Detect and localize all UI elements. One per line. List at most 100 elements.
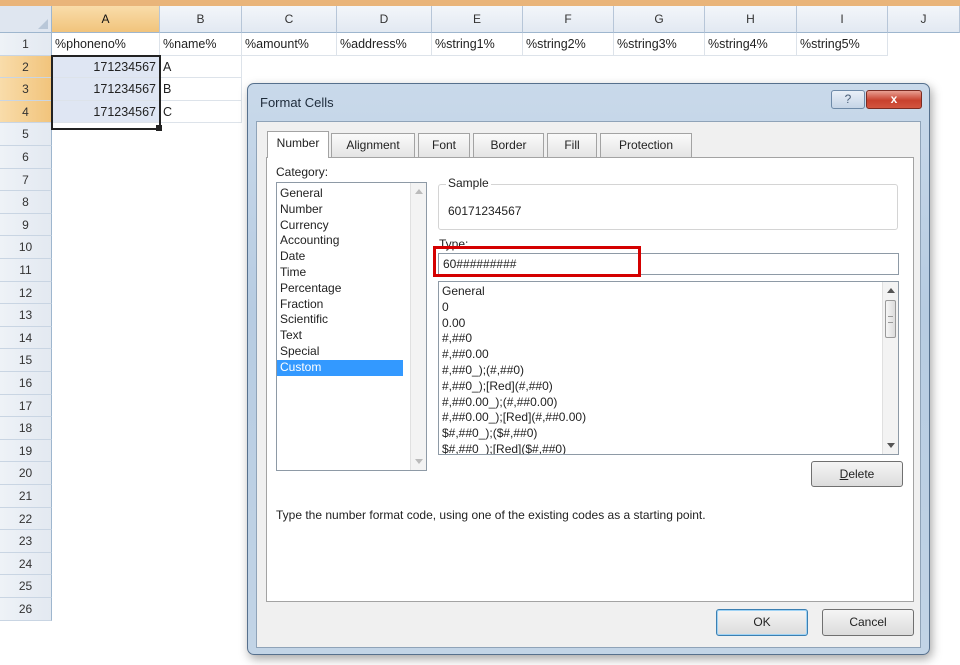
row-header-1[interactable]: 1	[0, 33, 52, 56]
row-header-9[interactable]: 9	[0, 213, 52, 237]
type-item[interactable]: $#,##0_);($#,##0)	[439, 426, 898, 442]
close-button[interactable]: x	[866, 90, 922, 109]
cell-a3[interactable]: 171234567	[52, 78, 160, 101]
help-button[interactable]: ?	[831, 90, 865, 109]
type-item[interactable]: $#,##0_);[Red]($#,##0)	[439, 442, 898, 454]
row-header-20[interactable]: 20	[0, 462, 52, 485]
column-header-j[interactable]: J	[888, 6, 960, 33]
ok-button[interactable]: OK	[716, 609, 808, 636]
cell-f1[interactable]: %string2%	[523, 33, 614, 56]
column-header-a[interactable]: A	[52, 6, 160, 33]
column-header-g[interactable]: G	[614, 6, 705, 33]
type-list[interactable]: General 0 0.00 #,##0 #,##0.00 #,##0_);(#…	[438, 281, 899, 455]
type-item[interactable]: 0	[439, 300, 898, 316]
column-header-c[interactable]: C	[242, 6, 337, 33]
category-item-number[interactable]: Number	[277, 202, 426, 218]
cell-c1[interactable]: %amount%	[242, 33, 337, 56]
select-all-corner[interactable]	[0, 6, 52, 33]
column-header-h[interactable]: H	[705, 6, 797, 33]
type-list-scrollbar[interactable]	[882, 282, 898, 454]
row-header-14[interactable]: 14	[0, 326, 52, 350]
category-item-currency[interactable]: Currency	[277, 218, 426, 234]
tab-protection[interactable]: Protection	[600, 133, 692, 157]
row-header-17[interactable]: 17	[0, 394, 52, 418]
row-header-2[interactable]: 2	[0, 55, 52, 79]
fill-handle[interactable]	[156, 125, 162, 131]
type-item[interactable]: 0.00	[439, 316, 898, 332]
type-item[interactable]: #,##0	[439, 331, 898, 347]
category-item-percentage[interactable]: Percentage	[277, 281, 426, 297]
cell-b2[interactable]: A	[160, 55, 242, 79]
dialog-title: Format Cells	[260, 95, 334, 110]
scroll-up-icon[interactable]	[887, 288, 895, 293]
type-item[interactable]: #,##0_);[Red](#,##0)	[439, 379, 898, 395]
cell-i1[interactable]: %string5%	[797, 33, 888, 56]
category-list[interactable]: General Number Currency Accounting Date …	[276, 182, 427, 471]
scroll-thumb[interactable]	[885, 300, 896, 338]
category-item-scientific[interactable]: Scientific	[277, 312, 426, 328]
tab-number[interactable]: Number	[267, 131, 329, 158]
row-header-16[interactable]: 16	[0, 372, 52, 395]
category-item-text[interactable]: Text	[277, 328, 426, 344]
tab-font[interactable]: Font	[418, 133, 470, 157]
category-item-general[interactable]: General	[277, 186, 426, 202]
row-header-4[interactable]: 4	[0, 100, 52, 124]
delete-button[interactable]: Delete	[811, 461, 903, 487]
row-header-8[interactable]: 8	[0, 191, 52, 214]
row-header-3[interactable]: 3	[0, 78, 52, 101]
cell-a4[interactable]: 171234567	[52, 100, 160, 124]
row-header-25[interactable]: 25	[0, 575, 52, 598]
row-header-22[interactable]: 22	[0, 507, 52, 531]
category-item-date[interactable]: Date	[277, 249, 426, 265]
cell-b3[interactable]: B	[160, 78, 242, 101]
tab-fill[interactable]: Fill	[547, 133, 597, 157]
category-list-scrollbar[interactable]	[410, 183, 426, 470]
column-header-i[interactable]: I	[797, 6, 888, 33]
category-item-fraction[interactable]: Fraction	[277, 297, 426, 313]
tab-alignment[interactable]: Alignment	[331, 133, 415, 157]
row-header-11[interactable]: 11	[0, 259, 52, 282]
cell-d1[interactable]: %address%	[337, 33, 432, 56]
row-header-21[interactable]: 21	[0, 485, 52, 508]
category-item-accounting[interactable]: Accounting	[277, 233, 426, 249]
row-header-13[interactable]: 13	[0, 304, 52, 327]
type-item[interactable]: #,##0_);(#,##0)	[439, 363, 898, 379]
cell-g1[interactable]: %string3%	[614, 33, 705, 56]
cell-b1[interactable]: %name%	[160, 33, 242, 56]
category-item-time[interactable]: Time	[277, 265, 426, 281]
column-header-d[interactable]: D	[337, 6, 432, 33]
cell-a2[interactable]: 171234567	[52, 55, 160, 79]
scroll-down-icon[interactable]	[415, 459, 423, 464]
row-header-23[interactable]: 23	[0, 530, 52, 553]
type-item[interactable]: #,##0.00	[439, 347, 898, 363]
cell-h1[interactable]: %string4%	[705, 33, 797, 56]
category-item-custom[interactable]: Custom	[277, 359, 403, 376]
category-item-special[interactable]: Special	[277, 344, 426, 360]
type-item[interactable]: General	[439, 284, 898, 300]
column-header-e[interactable]: E	[432, 6, 523, 33]
type-input[interactable]: 60#########	[438, 253, 899, 275]
type-item[interactable]: #,##0.00_);[Red](#,##0.00)	[439, 410, 898, 426]
row-header-15[interactable]: 15	[0, 349, 52, 372]
cell-e1[interactable]: %string1%	[432, 33, 523, 56]
tab-border[interactable]: Border	[473, 133, 544, 157]
cell-b4[interactable]: C	[160, 100, 242, 124]
row-header-12[interactable]: 12	[0, 281, 52, 305]
row-header-24[interactable]: 24	[0, 552, 52, 576]
row-header-5[interactable]: 5	[0, 123, 52, 146]
type-label: Type:	[439, 237, 469, 251]
row-header-19[interactable]: 19	[0, 439, 52, 463]
column-header-f[interactable]: F	[523, 6, 614, 33]
row-header-10[interactable]: 10	[0, 236, 52, 259]
column-header-b[interactable]: B	[160, 6, 242, 33]
cancel-button[interactable]: Cancel	[822, 609, 914, 636]
sample-label: Sample	[446, 176, 491, 190]
type-item[interactable]: #,##0.00_);(#,##0.00)	[439, 395, 898, 411]
scroll-up-icon[interactable]	[415, 189, 423, 194]
scroll-down-icon[interactable]	[887, 443, 895, 448]
row-header-18[interactable]: 18	[0, 417, 52, 440]
cell-a1[interactable]: %phoneno%	[52, 33, 160, 56]
row-header-7[interactable]: 7	[0, 168, 52, 192]
row-header-6[interactable]: 6	[0, 146, 52, 169]
row-header-26[interactable]: 26	[0, 598, 52, 621]
